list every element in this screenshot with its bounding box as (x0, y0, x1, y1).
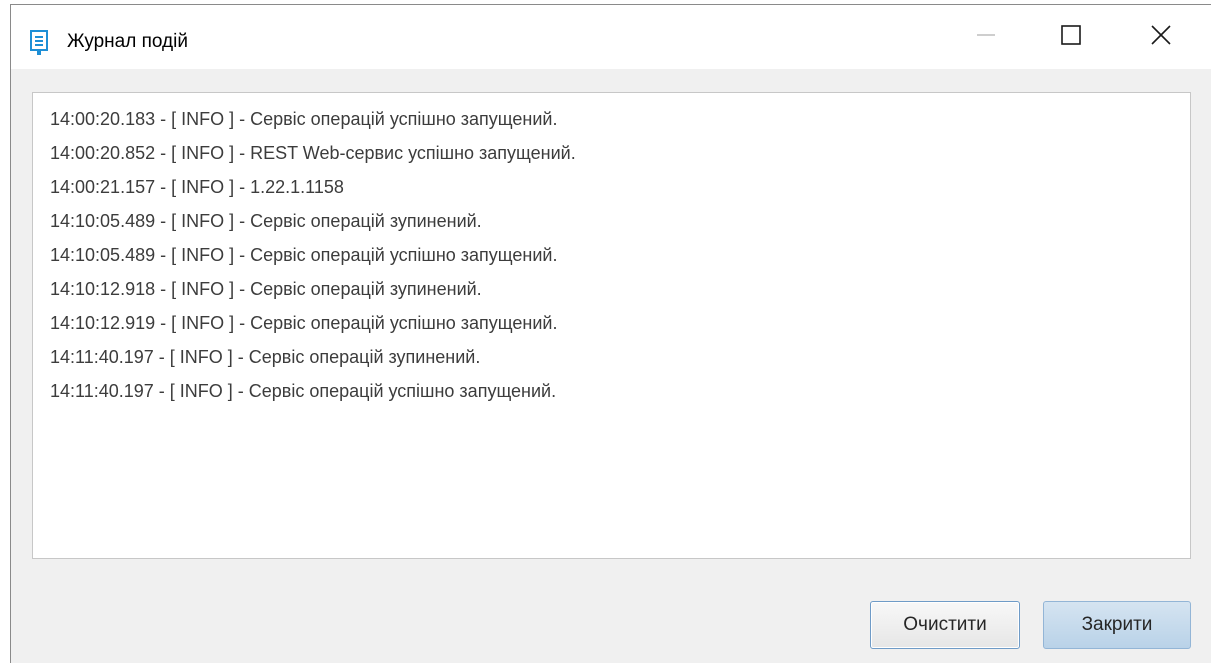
minimize-button[interactable] (951, 5, 1021, 69)
clear-button[interactable]: Очистити (870, 601, 1020, 649)
log-line: 14:00:21.157 - [ INFO ] - 1.22.1.1158 (50, 177, 344, 197)
log-line: 14:10:12.919 - [ INFO ] - Сервіс операці… (50, 313, 558, 333)
log-line: 14:00:20.852 - [ INFO ] - REST Web-серви… (50, 143, 576, 163)
log-line: 14:10:12.918 - [ INFO ] - Сервіс операці… (50, 279, 482, 299)
window-title: Журнал подій (67, 31, 188, 52)
log-line: 14:11:40.197 - [ INFO ] - Сервіс операці… (50, 381, 557, 401)
log-line: 14:10:05.489 - [ INFO ] - Сервіс операці… (50, 245, 558, 265)
title-bar[interactable]: Журнал подій (11, 5, 1211, 69)
event-log-window: Журнал подій 14:00:20.183 - [INFO] - С… (10, 4, 1211, 663)
log-document-icon (30, 30, 48, 56)
maximize-icon (1061, 24, 1081, 50)
minimize-icon (976, 25, 996, 50)
log-text-area[interactable]: 14:00:20.183 - [ INFO ] - Сервіс операці… (32, 92, 1191, 559)
close-button[interactable]: Закрити (1043, 601, 1191, 649)
maximize-button[interactable] (1036, 5, 1106, 69)
close-icon (1151, 24, 1171, 50)
log-line: 14:11:40.197 - [ INFO ] - Сервіс операці… (50, 347, 481, 367)
log-line: 14:10:05.489 - [ INFO ] - Сервіс операці… (50, 211, 482, 231)
log-line: 14:00:20.183 - [ INFO ] - Сервіс операці… (50, 109, 558, 129)
window-close-button[interactable] (1126, 5, 1196, 69)
